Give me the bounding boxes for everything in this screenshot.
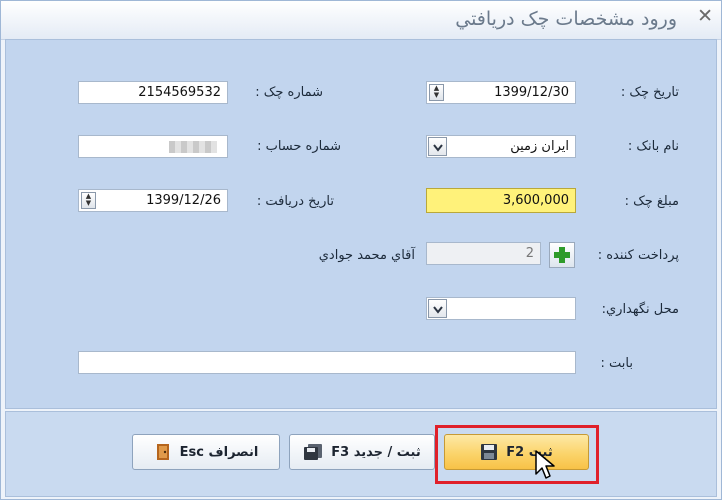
chevron-down-icon[interactable] — [428, 137, 447, 156]
spin-updown-icon[interactable]: ▲ ▼ — [429, 84, 444, 101]
save-new-icon — [304, 444, 323, 460]
receive-date-value: 1399/12/26 — [146, 193, 221, 208]
check-date-value: 1399/12/30 — [494, 85, 569, 100]
bank-name-select[interactable]: ايران زمين — [426, 135, 576, 158]
cancel-button[interactable]: انصراف Esc — [132, 434, 280, 470]
check-entry-dialog: ورود مشخصات چک دريافتي ✕ تاريخ چک : ▲ ▼ 1… — [0, 0, 722, 500]
save-new-button-label: ثبت / جديد F3 — [331, 444, 421, 460]
payer-label: پرداخت کننده : — [597, 248, 679, 263]
payer-name: آقاي محمد جوادي — [318, 248, 415, 263]
account-number-field[interactable] — [78, 135, 228, 158]
check-amount-field[interactable]: 3,600,000 — [426, 188, 576, 213]
check-date-label: تاريخ چک : — [620, 85, 679, 100]
save-button-callout — [435, 425, 599, 484]
blurred-account-number — [169, 141, 217, 153]
save-new-button[interactable]: ثبت / جديد F3 — [289, 434, 435, 470]
dialog-title: ورود مشخصات چک دريافتي — [455, 8, 677, 30]
plus-icon — [554, 247, 570, 263]
payer-code-value: 2 — [525, 246, 534, 261]
check-number-value: 2154569532 — [138, 85, 221, 100]
close-icon[interactable]: ✕ — [697, 5, 713, 27]
storage-location-select[interactable] — [426, 297, 576, 320]
receive-date-label: تاريخ دريافت : — [256, 194, 334, 209]
spin-updown-icon[interactable]: ▲ ▼ — [81, 192, 96, 209]
mouse-pointer-icon — [535, 450, 555, 479]
cancel-button-label: انصراف Esc — [179, 444, 259, 460]
payer-code-field[interactable]: 2 — [426, 242, 541, 265]
check-number-label: شماره چک : — [255, 85, 323, 100]
regarding-field[interactable] — [78, 351, 576, 374]
regarding-label: بابت : — [600, 356, 633, 371]
check-number-field[interactable]: 2154569532 — [78, 81, 228, 104]
title-bar: ورود مشخصات چک دريافتي ✕ — [1, 1, 721, 40]
bank-name-value: ايران زمين — [510, 139, 569, 154]
chevron-down-icon[interactable] — [428, 299, 447, 318]
receive-date-field[interactable]: ▲ ▼ 1399/12/26 — [78, 189, 228, 212]
storage-location-label: محل نگهداري: — [601, 302, 679, 317]
bank-name-label: نام بانک : — [627, 139, 679, 154]
check-amount-label: مبلغ چک : — [624, 194, 679, 209]
exit-door-icon — [156, 444, 169, 460]
add-payer-button[interactable] — [549, 242, 575, 268]
account-number-label: شماره حساب : — [257, 139, 341, 154]
check-amount-value: 3,600,000 — [502, 193, 569, 208]
check-date-field[interactable]: ▲ ▼ 1399/12/30 — [426, 81, 576, 104]
